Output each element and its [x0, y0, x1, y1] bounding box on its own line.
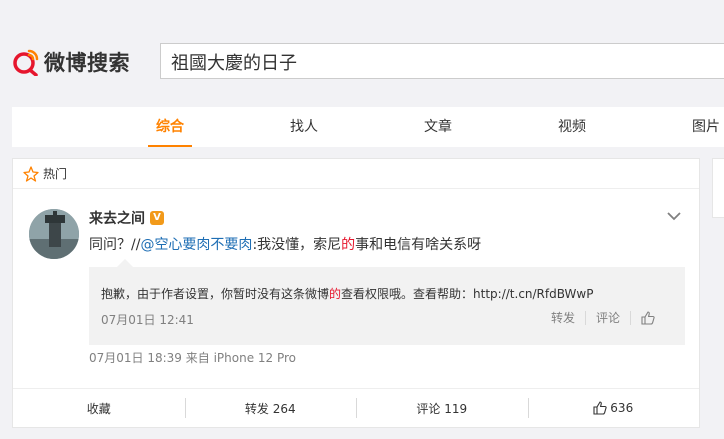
like-button[interactable]: 636 [527, 398, 700, 418]
comment-button[interactable]: 评论 119 [356, 398, 528, 418]
tab-people[interactable]: 找人 [282, 107, 326, 147]
favorite-button[interactable]: 收藏 [13, 398, 185, 418]
repost-message-b: 查看权限哦。查看帮助：http://t.cn/RfdBWwP [341, 287, 594, 301]
logo-text: 微博搜索 [44, 51, 130, 75]
repost-comment-button[interactable]: 评论 [586, 309, 630, 326]
avatar[interactable] [29, 209, 79, 259]
tab-videos[interactable]: 视频 [550, 107, 594, 147]
post-body-a: :我没懂，索尼 [252, 237, 342, 253]
post-prefix: 同问？// [89, 237, 141, 253]
username-text[interactable]: 来去之间 [89, 208, 145, 228]
repost-message-a: 抱歉，由于作者设置，你暂时没有这条微博 [101, 287, 330, 301]
tab-comprehensive[interactable]: 综合 [148, 107, 192, 147]
repost-count: 转发 264 [244, 401, 296, 416]
repost-repost-button[interactable]: 转发 [541, 309, 585, 326]
post-text: 同问？//@空心要肉不要肉:我没懂，索尼的事和电信有啥关系呀 [89, 234, 481, 254]
avatar-image [29, 209, 79, 259]
repost-button[interactable]: 转发 264 [184, 398, 357, 418]
verified-badge-icon: V [150, 211, 164, 225]
tab-images[interactable]: 图片 [684, 107, 724, 147]
hot-icon [23, 165, 39, 182]
reposted-content-box: 抱歉，由于作者设置，你暂时没有这条微博的查看权限哦。查看帮助：http://t.… [89, 259, 685, 345]
mention-link[interactable]: @空心要肉不要肉 [140, 237, 252, 253]
comment-count: 评论 119 [416, 401, 468, 416]
repost-highlight: 的 [329, 287, 342, 301]
post-meta: 07月01日 18:39 来自 iPhone 12 Pro [89, 351, 297, 365]
repost-like-button[interactable] [631, 310, 665, 325]
sidebar-card [712, 158, 724, 218]
tab-articles[interactable]: 文章 [416, 107, 460, 147]
username[interactable]: 来去之间 V [89, 208, 164, 228]
repost-actions: 转发 评论 [541, 309, 665, 326]
highlighted-keyword: 的 [341, 237, 356, 253]
search-input[interactable] [171, 49, 711, 75]
chevron-down-icon[interactable] [667, 211, 681, 221]
repost-timestamp[interactable]: 07月01日 12:41 [101, 311, 194, 328]
repost-unavailable-message: 抱歉，由于作者设置，你暂时没有这条微博的查看权限哦。查看帮助：http://t.… [101, 285, 593, 302]
hot-section-header: 热门 [13, 159, 699, 189]
post-body-b: 事和电信有啥关系呀 [355, 237, 482, 253]
hot-label: 热门 [43, 167, 68, 181]
search-tabs: 综合 找人 文章 视频 图片 [12, 107, 724, 147]
weibo-logo-icon [13, 49, 39, 76]
weibo-post-card: 热门 来去之间 V 同问？//@空心要肉不要肉:我没懂，索尼的事和电信有啥关系呀… [12, 158, 700, 428]
weibo-search-logo[interactable]: 微博搜索 [12, 46, 130, 78]
thumbs-up-icon [641, 311, 655, 325]
thumbs-up-icon [593, 401, 607, 415]
search-box[interactable] [160, 43, 724, 79]
like-count: 636 [610, 401, 634, 415]
post-action-bar: 收藏 转发 264 评论 119 636 [13, 388, 699, 427]
favorite-label: 收藏 [86, 401, 111, 416]
